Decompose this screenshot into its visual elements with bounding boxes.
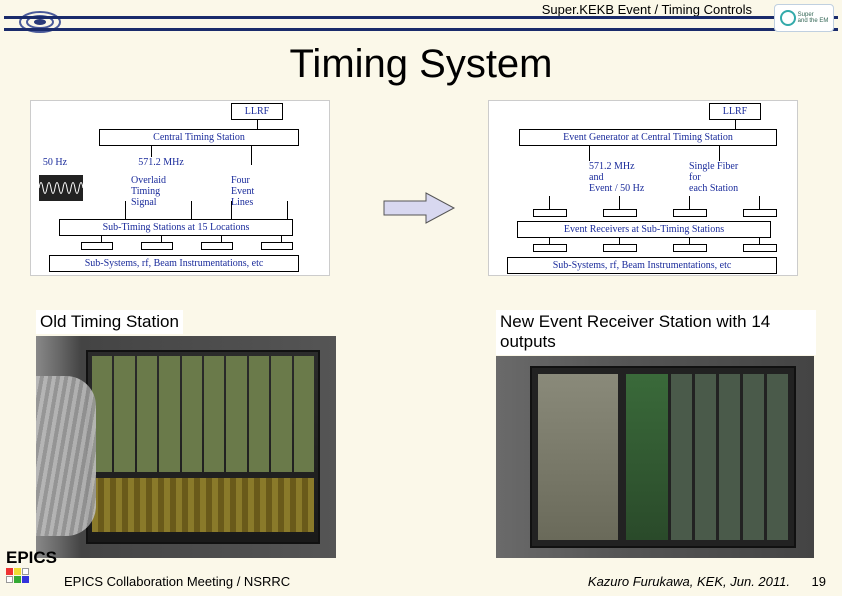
page-title: Timing System <box>0 42 842 87</box>
waveform-icon <box>39 175 83 201</box>
diagram-old-system: LLRF Central Timing Station 50 Hz 571.2 … <box>30 100 330 276</box>
label-50hz: 50 Hz <box>35 157 75 168</box>
page-number: 19 <box>812 574 826 589</box>
label-571mhz: 571.2 MHz <box>131 157 191 168</box>
box-central-timing: Central Timing Station <box>99 129 299 146</box>
box-llrf-old: LLRF <box>231 103 283 120</box>
epics-logo-squares <box>6 568 34 583</box>
superkekb-logo: Superand the EM <box>774 4 834 32</box>
box-event-generator: Event Generator at Central Timing Statio… <box>519 129 777 146</box>
diagram-new-system: LLRF Event Generator at Central Timing S… <box>488 100 798 276</box>
footer-meeting: EPICS Collaboration Meeting / NSRRC <box>64 574 290 589</box>
epics-logo-text: EPICS <box>6 548 57 568</box>
transition-arrow-icon <box>380 190 460 231</box>
photo-old-timing-station <box>36 336 336 558</box>
header-breadcrumb: Super.KEKB Event / Timing Controls <box>0 2 752 17</box>
photo-new-event-receiver <box>496 356 814 558</box>
box-llrf-new: LLRF <box>709 103 761 120</box>
label-four-lines: Four Event Lines <box>231 175 271 208</box>
header-rule-2 <box>4 28 838 31</box>
box-sub-timing-15: Sub-Timing Stations at 15 Locations <box>59 219 293 236</box>
label-571-event: 571.2 MHz and Event / 50 Hz <box>589 161 659 194</box>
caption-new-station: New Event Receiver Station with 14 outpu… <box>496 310 816 355</box>
caption-old-station: Old Timing Station <box>36 310 183 334</box>
box-event-receivers: Event Receivers at Sub-Timing Stations <box>517 221 771 238</box>
footer-author: Kazuro Furukawa, KEK, Jun. 2011. <box>588 574 790 589</box>
box-subsystems-old: Sub-Systems, rf, Beam Instrumentations, … <box>49 255 299 272</box>
header-rule-1 <box>4 16 838 19</box>
label-single-fiber: Single Fiber for each Station <box>689 161 759 194</box>
label-overlaid: Overlaid Timing Signal <box>131 175 185 208</box>
slide: Super.KEKB Event / Timing Controls Super… <box>0 0 842 596</box>
box-subsystems-new: Sub-Systems, rf, Beam Instrumentations, … <box>507 257 777 274</box>
